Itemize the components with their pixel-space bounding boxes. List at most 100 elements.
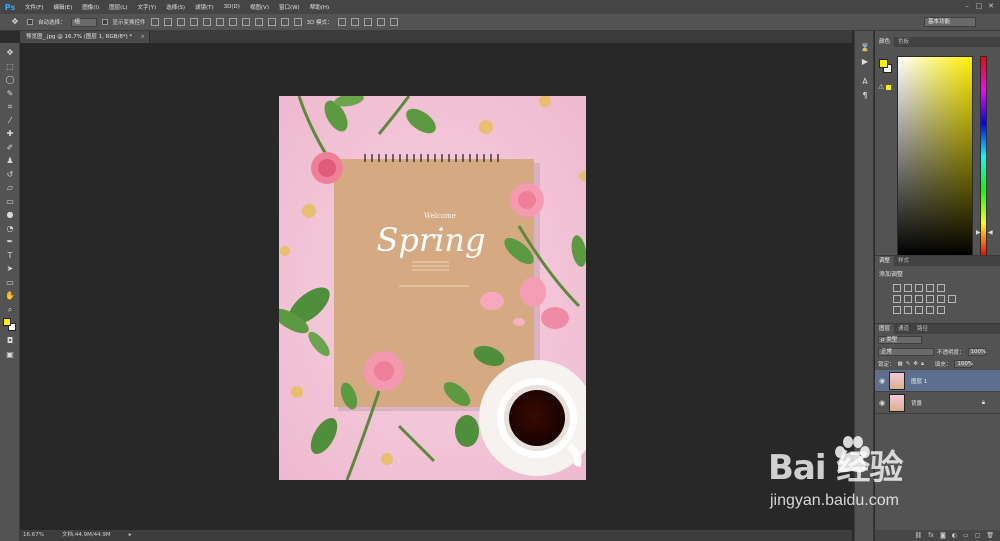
close-button[interactable]: ✕ (986, 1, 996, 11)
menu-edit[interactable]: 编辑(E) (48, 3, 77, 11)
photo-filter-icon[interactable] (926, 295, 934, 303)
levels-icon[interactable] (904, 284, 912, 292)
panel-foreground-swatch[interactable] (879, 59, 888, 68)
menu-type[interactable]: 文字(Y) (133, 3, 162, 11)
align-center-icon[interactable] (202, 18, 211, 26)
history-panel-icon[interactable]: ⌛ (855, 41, 875, 55)
canvas-area[interactable]: Welcome Spring (20, 43, 852, 530)
actions-panel-icon[interactable]: ▶ (855, 55, 875, 69)
lock-all-icon[interactable]: 🔒︎ (921, 361, 924, 368)
distribute-left-icon[interactable] (267, 18, 276, 26)
new-adjustment-icon[interactable]: ◐ (952, 530, 957, 541)
layer-kind-filter[interactable]: ρ 类型 (878, 336, 922, 344)
distribute-center-icon[interactable] (280, 18, 289, 26)
align-right-icon[interactable] (215, 18, 224, 26)
marquee-tool-icon[interactable]: ⬚ (0, 60, 20, 74)
move-tool-preset-icon[interactable]: ✥ (8, 16, 22, 28)
zoom-level[interactable]: 16.67% (23, 530, 44, 541)
tab-color[interactable]: 颜色 (875, 37, 895, 47)
channel-mixer-icon[interactable] (937, 295, 945, 303)
distribute-top-icon[interactable] (228, 18, 237, 26)
opacity-input[interactable]: 100% (967, 348, 986, 356)
crop-tool-icon[interactable]: ⌗ (0, 100, 20, 114)
new-group-icon[interactable]: ▭ (963, 530, 969, 541)
tab-adjustments[interactable]: 调整 (875, 256, 895, 266)
hue-slider-left-arrow-icon[interactable]: ▶ (976, 229, 981, 236)
gradient-tool-icon[interactable]: ▭ (0, 195, 20, 209)
posterize-icon[interactable] (904, 306, 912, 314)
vibrance-icon[interactable] (937, 284, 945, 292)
dodge-tool-icon[interactable]: ◔ (0, 222, 20, 236)
3d-rotate-icon[interactable] (337, 18, 346, 26)
foreground-color-swatch[interactable] (3, 318, 11, 326)
3d-scale-icon[interactable] (389, 18, 398, 26)
tab-close-icon[interactable]: × (140, 31, 145, 43)
color-balance-icon[interactable] (904, 295, 912, 303)
exposure-icon[interactable] (926, 284, 934, 292)
black-white-icon[interactable] (915, 295, 923, 303)
add-mask-icon[interactable]: ◙ (940, 530, 946, 541)
workspace-select[interactable]: 基本功能 (924, 17, 976, 27)
layer-row[interactable]: ◉ 图层 1 (875, 370, 1000, 392)
distribute-middle-icon[interactable] (241, 18, 250, 26)
menu-file[interactable]: 文件(F) (20, 3, 48, 11)
align-middle-icon[interactable] (163, 18, 172, 26)
path-select-tool-icon[interactable]: ➤ (0, 262, 20, 276)
link-layers-icon[interactable]: ⛓ (915, 530, 923, 541)
tab-styles[interactable]: 样式 (894, 256, 913, 266)
tab-layers[interactable]: 图层 (875, 324, 895, 334)
hue-slider-right-arrow-icon[interactable]: ◀ (988, 229, 993, 236)
color-lookup-icon[interactable] (948, 295, 956, 303)
menu-view[interactable]: 视图(V) (245, 3, 274, 11)
layer-name[interactable]: 图层 1 (911, 377, 927, 385)
visibility-eye-icon[interactable]: ◉ (875, 377, 889, 385)
menu-image[interactable]: 图像(I) (77, 3, 104, 11)
menu-select[interactable]: 选择(S) (161, 3, 190, 11)
invert-icon[interactable] (893, 306, 901, 314)
3d-slide-icon[interactable] (376, 18, 385, 26)
quick-select-tool-icon[interactable]: ✎ (0, 87, 20, 101)
menu-window[interactable]: 窗口(W) (274, 3, 305, 11)
hand-tool-icon[interactable]: ✋ (0, 289, 20, 303)
eraser-tool-icon[interactable]: ▱ (0, 181, 20, 195)
brightness-icon[interactable] (893, 284, 901, 292)
hue-slider[interactable] (980, 56, 987, 257)
status-arrow-icon[interactable]: ▸ (129, 530, 132, 541)
eyedropper-tool-icon[interactable]: ⁄ (0, 114, 20, 128)
curves-icon[interactable] (915, 284, 923, 292)
tab-paths[interactable]: 路径 (913, 324, 932, 334)
blend-mode-select[interactable]: 正常 (878, 348, 934, 356)
3d-roll-icon[interactable] (350, 18, 359, 26)
document-tab[interactable]: 预览图_.jpg @ 16.7% (图层 1, RGB/8*) * × (20, 31, 150, 43)
gamut-swatch[interactable] (886, 85, 891, 90)
new-layer-icon[interactable]: ▢ (975, 530, 981, 541)
menu-filter[interactable]: 滤镜(T) (190, 3, 219, 11)
tab-channels[interactable]: 通道 (894, 324, 913, 334)
lasso-tool-icon[interactable]: ◯ (0, 73, 20, 87)
auto-select-dropdown[interactable]: 组 (70, 17, 97, 27)
screen-mode-icon[interactable]: ▣ (0, 348, 20, 362)
lock-paint-icon[interactable]: ✎ (906, 361, 911, 367)
selective-color-icon[interactable] (926, 306, 934, 314)
auto-select-checkbox[interactable] (27, 19, 33, 25)
character-panel-icon[interactable]: A (855, 75, 875, 89)
menu-help[interactable]: 帮助(H) (305, 3, 334, 11)
layer-name[interactable]: 背景 (911, 399, 922, 407)
move-tool-icon[interactable]: ✥ (0, 46, 20, 60)
tab-swatches[interactable]: 色板 (894, 37, 913, 47)
menu-layer[interactable]: 图层(L) (104, 3, 132, 11)
paragraph-panel-icon[interactable]: ¶ (855, 89, 875, 103)
history-brush-tool-icon[interactable]: ↺ (0, 168, 20, 182)
layer-style-icon[interactable]: fx (928, 530, 934, 541)
document-canvas[interactable]: Welcome Spring (279, 96, 586, 480)
delete-layer-icon[interactable]: 🗑︎ (986, 530, 994, 541)
fill-input[interactable]: 100% (954, 360, 973, 368)
zoom-tool-icon[interactable]: ⌕ (0, 303, 20, 317)
hue-saturation-icon[interactable] (893, 295, 901, 303)
align-left-icon[interactable] (189, 18, 198, 26)
type-tool-icon[interactable]: T (0, 249, 20, 263)
align-top-icon[interactable] (150, 18, 159, 26)
brush-tool-icon[interactable]: ✐ (0, 141, 20, 155)
quick-mask-icon[interactable]: ◘ (0, 334, 20, 348)
visibility-eye-icon[interactable]: ◉ (875, 399, 889, 407)
